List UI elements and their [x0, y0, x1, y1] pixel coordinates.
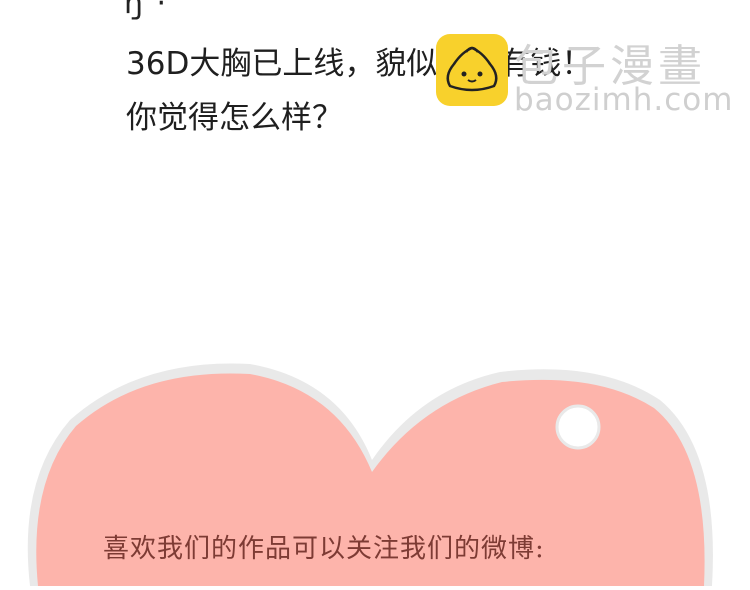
heart-caption: 喜欢我们的作品可以关注我们的微博: [103, 534, 545, 564]
heart-hang-hole [555, 404, 601, 450]
top-text-fragment: ŋ · [124, 0, 169, 21]
bun-mascot-icon [436, 34, 508, 106]
watermark-url: baozimh.com [514, 82, 734, 118]
